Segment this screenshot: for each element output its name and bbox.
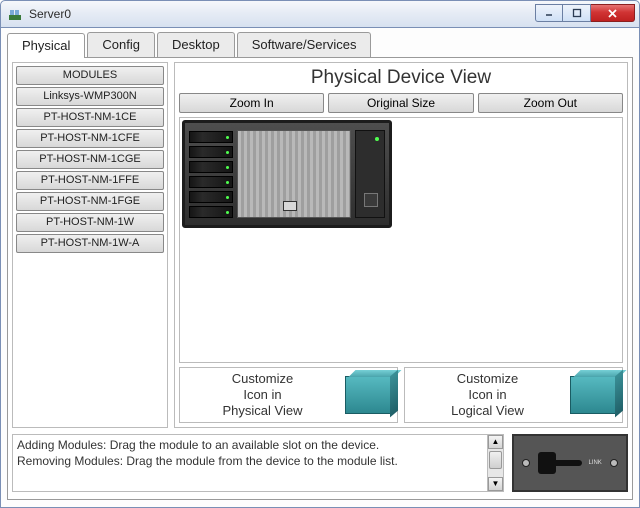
window-body: Physical Config Desktop Software/Service… <box>0 28 640 508</box>
app-icon <box>7 6 23 22</box>
module-item[interactable]: PT-HOST-NM-1CFE <box>16 129 164 148</box>
control-panel <box>355 130 385 218</box>
scroll-thumb[interactable] <box>489 451 502 469</box>
drive-bays <box>189 131 233 218</box>
window-title: Server0 <box>29 7 71 21</box>
tab-physical[interactable]: Physical <box>7 33 85 58</box>
ethernet-port-icon[interactable] <box>283 201 297 211</box>
module-item[interactable]: PT-HOST-NM-1W-A <box>16 234 164 253</box>
server-chassis[interactable] <box>182 120 392 228</box>
expansion-slot[interactable] <box>237 130 351 218</box>
module-item[interactable]: Linksys-WMP300N <box>16 87 164 106</box>
tab-software-services[interactable]: Software/Services <box>237 32 372 57</box>
module-preview[interactable]: LINK <box>512 434 628 492</box>
customize-physical-button[interactable]: Customize Icon in Physical View <box>179 367 398 423</box>
tab-content: MODULES Linksys-WMP300N PT-HOST-NM-1CE P… <box>7 58 633 500</box>
zoom-out-button[interactable]: Zoom Out <box>478 93 623 113</box>
help-line: Adding Modules: Drag the module to an av… <box>17 437 483 453</box>
scroll-up-icon[interactable]: ▲ <box>488 435 503 449</box>
close-button[interactable] <box>591 4 635 22</box>
title-bar: Server0 <box>0 0 640 28</box>
power-plug-icon <box>538 448 580 478</box>
minimize-button[interactable] <box>535 4 563 22</box>
tab-strip: Physical Config Desktop Software/Service… <box>7 32 633 58</box>
module-item[interactable]: PT-HOST-NM-1CE <box>16 108 164 127</box>
screw-icon <box>522 459 530 467</box>
customize-logical-button[interactable]: Customize Icon in Logical View <box>404 367 623 423</box>
device-panel: Physical Device View Zoom In Original Si… <box>174 62 628 428</box>
screw-icon <box>610 459 618 467</box>
help-scrollbar[interactable]: ▲ ▼ <box>488 434 504 492</box>
window-controls <box>535 4 635 24</box>
drive-bay[interactable] <box>189 146 233 158</box>
tab-desktop[interactable]: Desktop <box>157 32 235 57</box>
module-item[interactable]: PT-HOST-NM-1FFE <box>16 171 164 190</box>
device-title: Physical Device View <box>179 67 623 89</box>
scroll-track[interactable] <box>488 449 503 477</box>
scroll-down-icon[interactable]: ▼ <box>488 477 503 491</box>
modules-panel: MODULES Linksys-WMP300N PT-HOST-NM-1CE P… <box>12 62 168 428</box>
drive-bay[interactable] <box>189 206 233 218</box>
modules-header[interactable]: MODULES <box>16 66 164 85</box>
tab-config[interactable]: Config <box>87 32 155 57</box>
device-cube-icon <box>345 376 391 414</box>
power-button-icon[interactable] <box>364 193 378 207</box>
device-cube-icon <box>570 376 616 414</box>
module-item[interactable]: PT-HOST-NM-1CGE <box>16 150 164 169</box>
zoom-in-button[interactable]: Zoom In <box>179 93 324 113</box>
help-text: Adding Modules: Drag the module to an av… <box>12 434 488 492</box>
module-item[interactable]: PT-HOST-NM-1W <box>16 213 164 232</box>
drive-bay[interactable] <box>189 176 233 188</box>
module-item[interactable]: PT-HOST-NM-1FGE <box>16 192 164 211</box>
customize-logical-label: Customize Icon in Logical View <box>405 371 570 420</box>
original-size-button[interactable]: Original Size <box>328 93 473 113</box>
maximize-button[interactable] <box>563 4 591 22</box>
power-led-icon <box>375 137 379 141</box>
drive-bay[interactable] <box>189 191 233 203</box>
drive-bay[interactable] <box>189 161 233 173</box>
device-view-area[interactable] <box>179 117 623 363</box>
link-label: LINK <box>588 460 601 466</box>
drive-bay[interactable] <box>189 131 233 143</box>
customize-physical-label: Customize Icon in Physical View <box>180 371 345 420</box>
help-line: Removing Modules: Drag the module from t… <box>17 453 483 469</box>
